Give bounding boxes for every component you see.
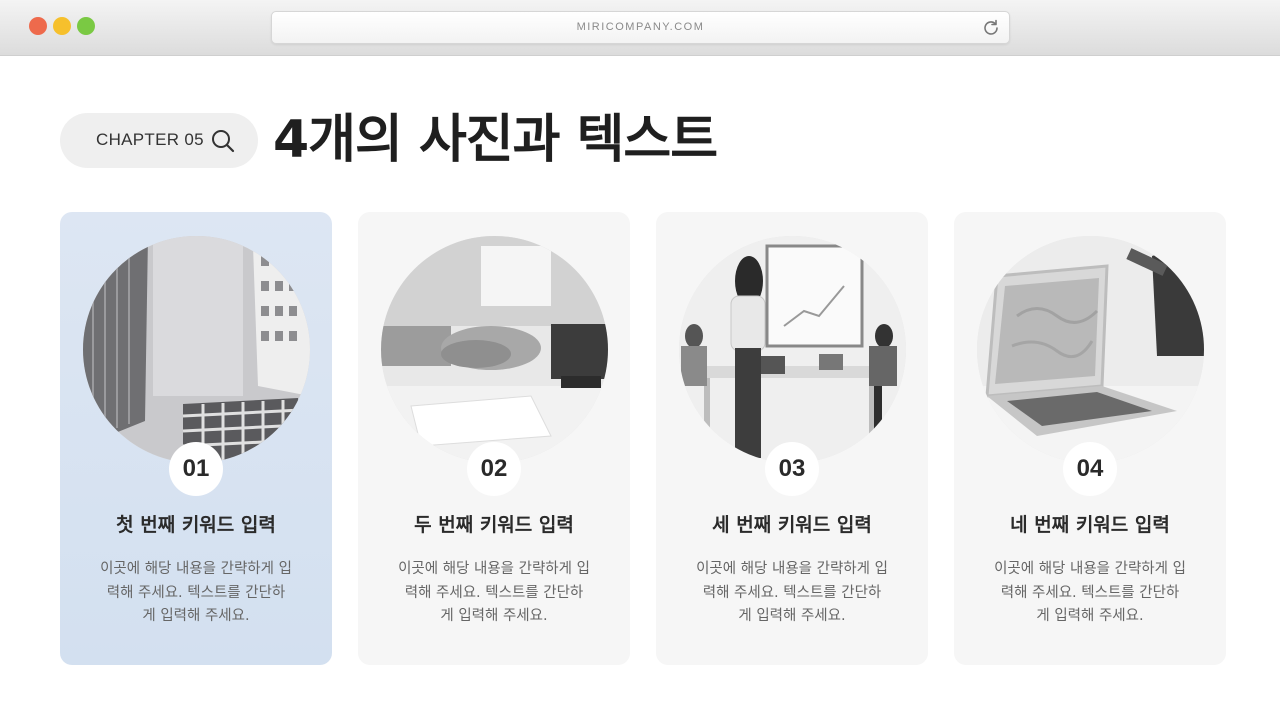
card-3[interactable]: 03 세 번째 키워드 입력 이곳에 해당 내용을 간략하게 입 력해 주세요. … xyxy=(656,212,928,665)
card-2[interactable]: 02 두 번째 키워드 입력 이곳에 해당 내용을 간략하게 입 력해 주세요. … xyxy=(358,212,630,665)
card-1[interactable]: 01 첫 번째 키워드 입력 이곳에 해당 내용을 간략하게 입 력해 주세요. … xyxy=(60,212,332,665)
card-description: 이곳에 해당 내용을 간략하게 입 력해 주세요. 텍스트를 간단하 게 입력해 주… xyxy=(100,561,292,624)
presentation-photo xyxy=(679,236,906,463)
handshake-photo xyxy=(381,236,608,463)
card-4[interactable]: 04 네 번째 키워드 입력 이곳에 해당 내용을 간략하게 입 력해 주세요. … xyxy=(954,212,1226,665)
chapter-label: CHAPTER 05 xyxy=(96,130,204,149)
card-number: 03 xyxy=(765,442,819,496)
window-minimize-button[interactable] xyxy=(53,17,71,35)
skyscrapers-photo xyxy=(83,236,310,463)
card-heading: 두 번째 키워드 입력 xyxy=(414,514,574,536)
card-heading: 세 번째 키워드 입력 xyxy=(712,514,872,536)
search-icon[interactable] xyxy=(210,128,236,154)
chapter-badge: CHAPTER 05 xyxy=(60,113,258,168)
address-bar[interactable]: MIRICOMPANY.COM xyxy=(271,11,1010,44)
reload-icon[interactable] xyxy=(981,18,1001,38)
window-close-button[interactable] xyxy=(29,17,47,35)
card-number: 01 xyxy=(169,442,223,496)
card-heading: 첫 번째 키워드 입력 xyxy=(116,514,276,536)
card-description: 이곳에 해당 내용을 간략하게 입 력해 주세요. 텍스트를 간단하 게 입력해 주… xyxy=(398,561,590,624)
page-title: 4개의 사진과 텍스트 xyxy=(273,110,718,170)
url-text: MIRICOMPANY.COM xyxy=(576,21,705,33)
card-number: 02 xyxy=(467,442,521,496)
card-number: 04 xyxy=(1063,442,1117,496)
card-description: 이곳에 해당 내용을 간략하게 입 력해 주세요. 텍스트를 간단하 게 입력해 주… xyxy=(696,561,888,624)
laptop-photo xyxy=(977,236,1204,463)
browser-toolbar: MIRICOMPANY.COM xyxy=(0,0,1280,56)
card-description: 이곳에 해당 내용을 간략하게 입 력해 주세요. 텍스트를 간단하 게 입력해 주… xyxy=(994,561,1186,624)
card-heading: 네 번째 키워드 입력 xyxy=(1010,514,1170,536)
window-maximize-button[interactable] xyxy=(77,17,95,35)
